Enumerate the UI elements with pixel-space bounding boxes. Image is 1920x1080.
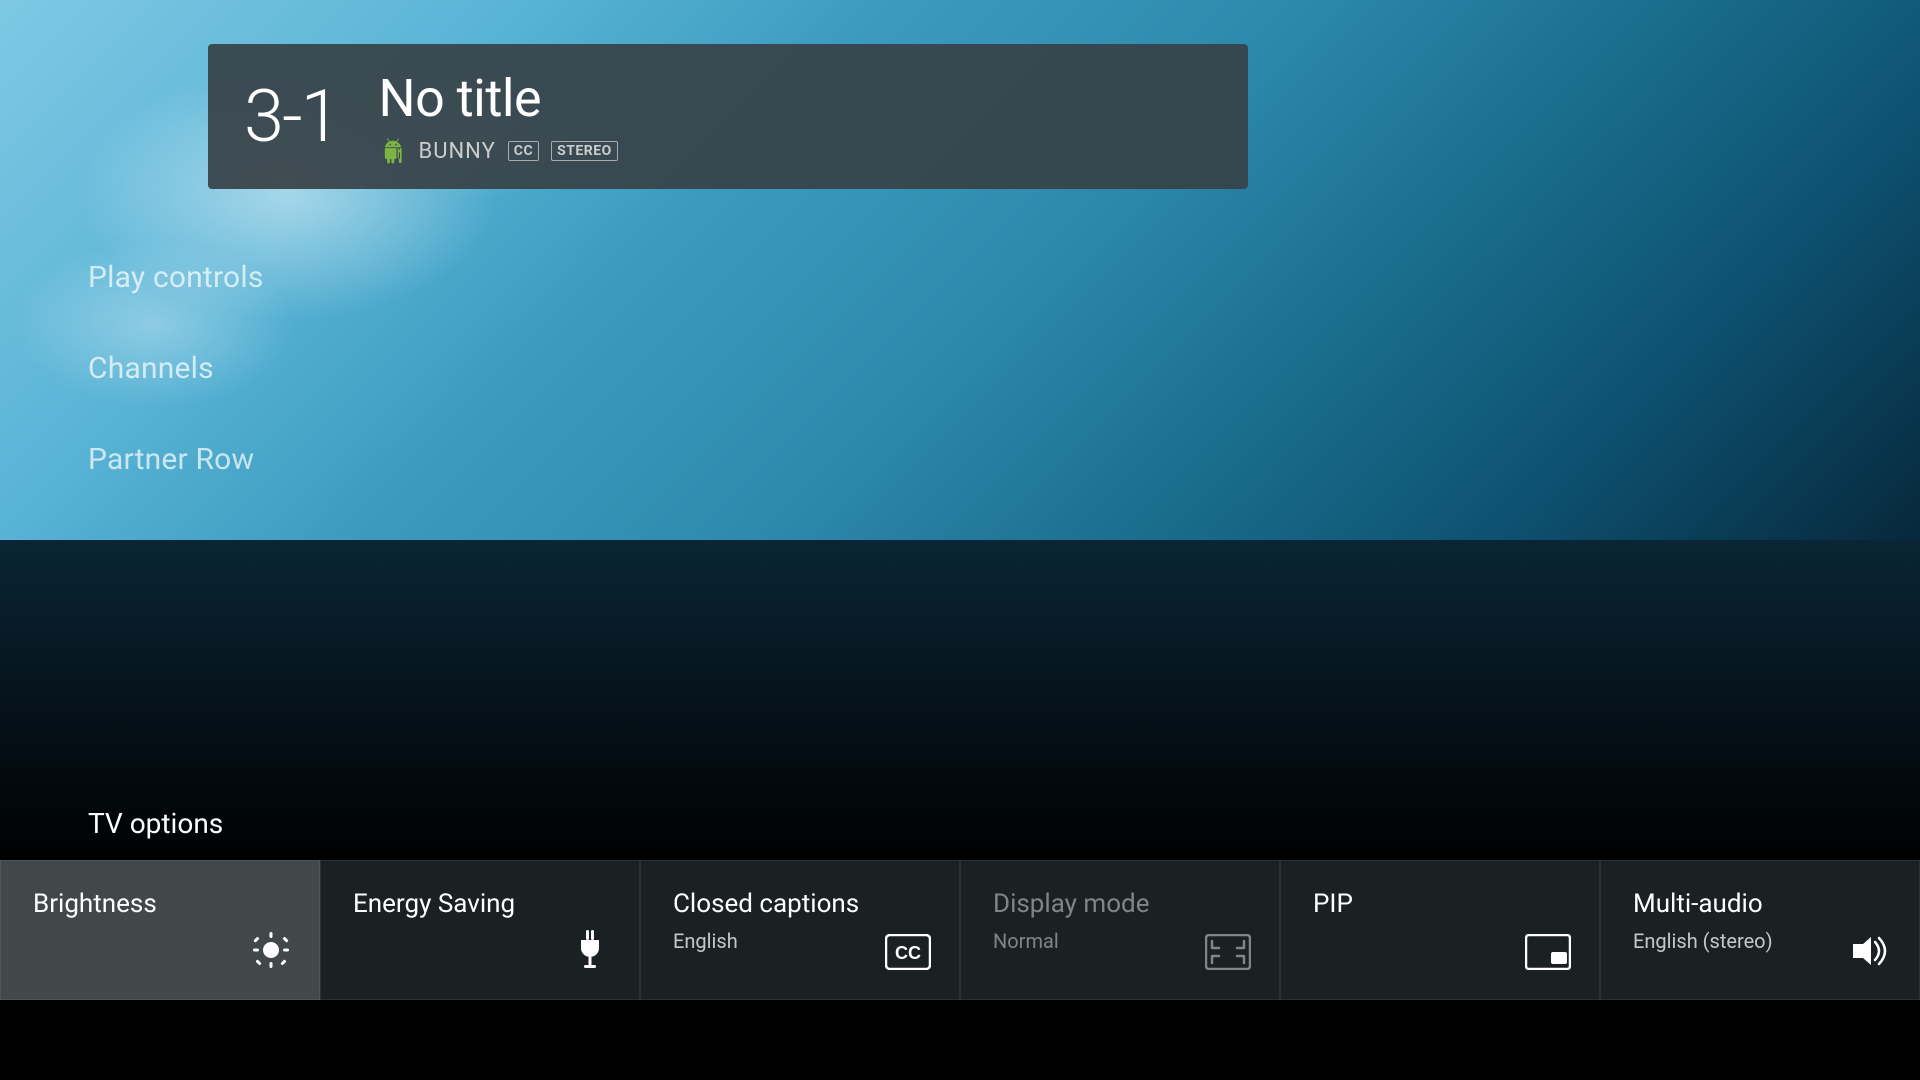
- cc-icon: CC: [885, 934, 931, 977]
- options-row: Brightness Energy Saving: [0, 860, 1920, 1000]
- closed-captions-title: Closed captions: [673, 889, 927, 919]
- display-mode-title: Display mode: [993, 889, 1247, 919]
- sidebar: Play controls Channels Partner Row: [88, 260, 264, 477]
- display-mode-icon: [1205, 934, 1251, 977]
- option-multi-audio[interactable]: Multi-audio English (stereo): [1600, 860, 1920, 1000]
- channel-meta: BUNNY CC STEREO: [379, 137, 618, 165]
- sidebar-item-partner-row[interactable]: Partner Row: [88, 442, 264, 477]
- channel-title: No title: [379, 68, 618, 129]
- channel-source-name: BUNNY: [419, 139, 496, 164]
- option-energy-saving[interactable]: Energy Saving: [320, 860, 640, 1000]
- option-display-mode[interactable]: Display mode Normal: [960, 860, 1280, 1000]
- plug-icon: [569, 928, 611, 977]
- energy-saving-title: Energy Saving: [353, 889, 607, 919]
- tv-options-section: TV options Brightness: [0, 807, 1920, 1000]
- stereo-badge: STEREO: [551, 141, 618, 161]
- channel-number: 3-1: [244, 74, 339, 159]
- channel-card: 3-1 No title BUNNY CC STEREO: [208, 44, 1248, 189]
- pip-icon: [1525, 934, 1571, 977]
- option-closed-captions[interactable]: Closed captions English CC: [640, 860, 960, 1000]
- sidebar-item-play-controls[interactable]: Play controls: [88, 260, 264, 295]
- channel-info: No title BUNNY CC STEREO: [379, 68, 618, 165]
- multi-audio-title: Multi-audio: [1633, 889, 1887, 919]
- audio-icon: [1849, 932, 1891, 977]
- sidebar-item-channels[interactable]: Channels: [88, 351, 264, 386]
- pip-title: PIP: [1313, 889, 1567, 919]
- cc-badge: CC: [508, 141, 539, 161]
- android-icon: [379, 137, 407, 165]
- tv-options-title: TV options: [88, 807, 1920, 840]
- option-pip[interactable]: PIP: [1280, 860, 1600, 1000]
- option-brightness[interactable]: Brightness: [0, 860, 320, 1000]
- brightness-icon: [251, 930, 291, 977]
- svg-text:CC: CC: [895, 943, 921, 963]
- brightness-title: Brightness: [33, 889, 287, 919]
